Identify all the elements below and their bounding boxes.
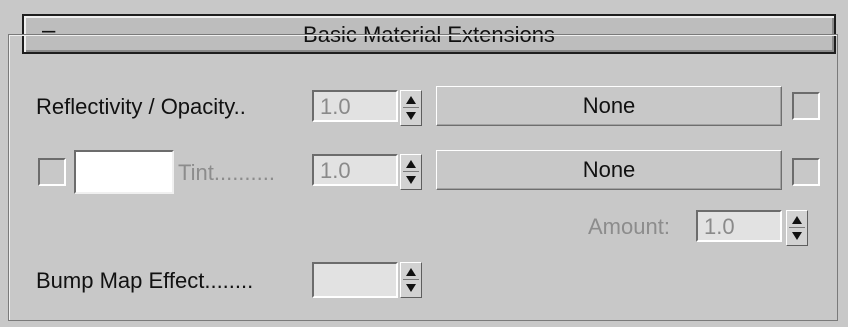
spinner-divider [789, 227, 805, 228]
amount-spinner[interactable] [786, 210, 808, 246]
reflectivity-label: Reflectivity / Opacity.. [36, 94, 246, 119]
bump-map-effect-field[interactable] [312, 262, 398, 298]
reflectivity-map-button[interactable]: None [436, 86, 782, 126]
tint-map-button[interactable]: None [436, 150, 782, 190]
tint-map-enable-checkbox[interactable] [792, 158, 820, 186]
bump-map-effect-label: Bump Map Effect........ [36, 268, 254, 293]
tint-enable-checkbox[interactable] [38, 158, 66, 186]
tint-color-swatch[interactable] [74, 150, 174, 194]
spinner-divider [403, 171, 419, 172]
amount-value-field[interactable]: 1.0 [696, 210, 782, 242]
tint-spinner[interactable] [400, 154, 422, 190]
reflectivity-value-field[interactable]: 1.0 [312, 90, 398, 122]
spinner-up-icon[interactable] [406, 160, 416, 168]
spinner-up-icon[interactable] [792, 216, 802, 224]
spinner-down-icon[interactable] [792, 232, 802, 240]
spinner-down-icon[interactable] [406, 176, 416, 184]
spinner-up-icon[interactable] [406, 96, 416, 104]
amount-label: Amount: [588, 214, 670, 239]
spinner-down-icon[interactable] [406, 112, 416, 120]
bump-map-effect-spinner[interactable] [400, 262, 422, 298]
spinner-down-icon[interactable] [406, 284, 416, 292]
tint-label: Tint.......... [178, 160, 275, 185]
spinner-up-icon[interactable] [406, 268, 416, 276]
spinner-divider [403, 107, 419, 108]
spinner-divider [403, 279, 419, 280]
reflectivity-map-enable-checkbox[interactable] [792, 92, 820, 120]
reflectivity-spinner[interactable] [400, 90, 422, 126]
tint-value-field[interactable]: 1.0 [312, 154, 398, 186]
